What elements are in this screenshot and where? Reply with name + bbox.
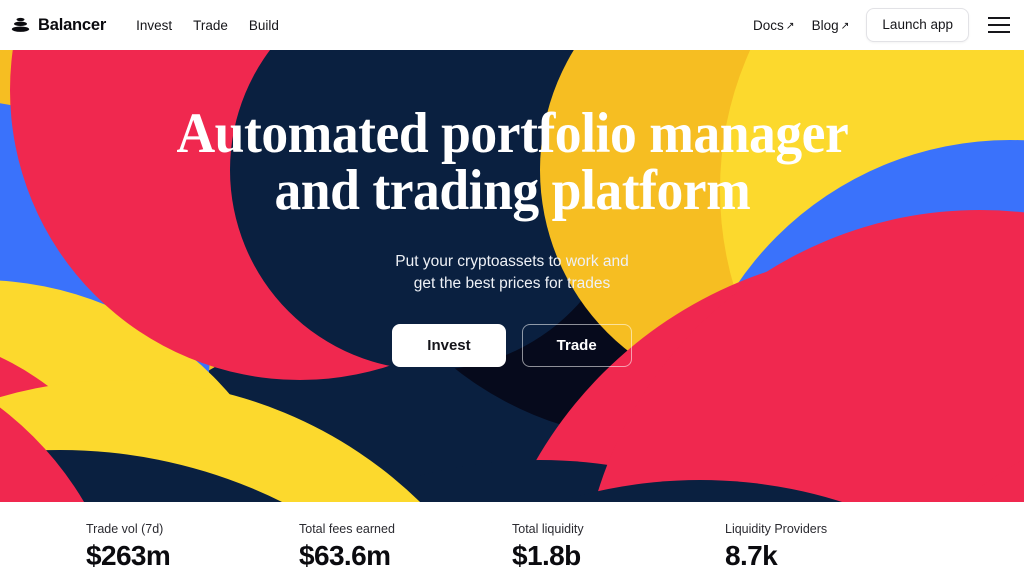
hamburger-menu-icon[interactable]	[988, 17, 1010, 33]
stat-liquidity-providers: Liquidity Providers 8.7k	[725, 522, 938, 584]
brand-logo-link[interactable]: Balancer	[10, 15, 106, 36]
stat-label: Total liquidity	[512, 522, 584, 536]
brand-name: Balancer	[38, 15, 107, 34]
hero-headline-line-2: and trading platform	[274, 159, 750, 222]
hero-headline-line-1: Automated portfolio manager	[176, 102, 848, 165]
nav-right-group: Docs ↗ Blog ↗ Launch app	[753, 8, 1010, 42]
hamburger-bar	[988, 17, 1010, 19]
stat-value: $263m	[86, 540, 171, 571]
hero-subheadline-line-1: Put your cryptoassets to work and	[395, 253, 629, 270]
launch-app-button[interactable]: Launch app	[866, 8, 969, 42]
stat-total-liquidity: Total liquidity $1.8b	[512, 522, 725, 584]
nav-link-blog[interactable]: Blog ↗	[812, 18, 850, 33]
landing-page: Balancer Invest Trade Build Docs ↗ Blog …	[0, 0, 1024, 584]
stat-trade-volume: Trade vol (7d) $263m	[86, 522, 299, 584]
nav-link-blog-label: Blog	[811, 17, 839, 33]
primary-nav-links: Invest Trade Build	[136, 18, 279, 33]
hamburger-bar	[988, 24, 1010, 26]
nav-link-build[interactable]: Build	[249, 18, 279, 33]
external-link-arrow-icon: ↗	[785, 19, 795, 32]
hamburger-bar	[988, 31, 1010, 33]
top-navigation-bar: Balancer Invest Trade Build Docs ↗ Blog …	[0, 0, 1024, 50]
stat-label: Trade vol (7d)	[86, 522, 164, 536]
stat-value: 8.7k	[725, 540, 778, 571]
stats-bar: Trade vol (7d) $263m Total fees earned $…	[0, 502, 1024, 584]
balancer-logo-icon	[11, 17, 30, 32]
hero-cta-row: Invest Trade	[392, 324, 632, 367]
stat-label: Total fees earned	[299, 522, 395, 536]
hero-content: Automated portfolio manager and trading …	[0, 50, 1024, 502]
stat-value: $63.6m	[299, 540, 391, 571]
nav-link-invest[interactable]: Invest	[136, 18, 172, 33]
hero-subheadline: Put your cryptoassets to work and get th…	[395, 251, 628, 295]
trade-button[interactable]: Trade	[521, 324, 632, 367]
invest-button[interactable]: Invest	[392, 324, 506, 367]
stat-value: $1.8b	[512, 540, 581, 571]
stat-total-fees-earned: Total fees earned $63.6m	[299, 522, 512, 584]
nav-link-docs[interactable]: Docs ↗	[753, 18, 795, 33]
external-link-arrow-icon: ↗	[840, 19, 850, 32]
nav-link-docs-label: Docs	[753, 17, 784, 33]
hero-section: Automated portfolio manager and trading …	[0, 50, 1024, 502]
hero-subheadline-line-2: get the best prices for trades	[413, 275, 611, 292]
hero-headline: Automated portfolio manager and trading …	[176, 105, 848, 219]
nav-link-trade[interactable]: Trade	[193, 18, 228, 33]
stat-label: Liquidity Providers	[725, 522, 828, 536]
